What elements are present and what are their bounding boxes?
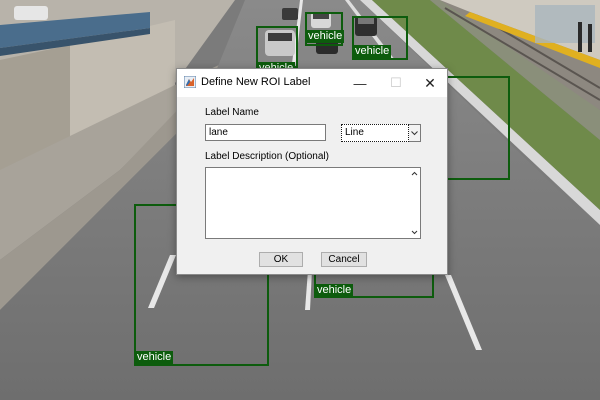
close-button[interactable]: ✕: [413, 69, 447, 97]
roi-label-vehicle: vehicle: [315, 284, 354, 297]
maximize-button: ☐: [390, 75, 402, 90]
description-caption: Label Description (Optional): [205, 151, 329, 162]
label-type-select[interactable]: Line: [341, 124, 421, 142]
roi-label-vehicle: vehicle: [135, 351, 174, 364]
roi-label-vehicle: vehicle: [353, 45, 392, 58]
roi-label-vehicle: vehicle: [306, 30, 345, 43]
select-arrow-button[interactable]: [409, 124, 421, 142]
description-textarea[interactable]: [205, 167, 421, 239]
ok-button[interactable]: OK: [259, 252, 303, 267]
dialog-title: Define New ROI Label: [201, 76, 311, 88]
label-name-caption: Label Name: [205, 107, 259, 118]
minimize-button[interactable]: —: [343, 69, 377, 97]
chevron-down-icon[interactable]: [409, 226, 420, 238]
chevron-down-icon: [411, 131, 418, 136]
app-canvas: vehicle vehicle vehicle vehicle vehicle …: [0, 0, 600, 400]
dialog-titlebar[interactable]: Define New ROI Label — ☐ ✕: [177, 69, 447, 97]
define-roi-label-dialog: Define New ROI Label — ☐ ✕ Label Name Li…: [176, 68, 448, 275]
label-name-input[interactable]: [205, 124, 326, 141]
label-type-select-value[interactable]: Line: [341, 124, 409, 142]
cancel-button[interactable]: Cancel: [321, 252, 367, 267]
matlab-icon: [184, 76, 196, 88]
chevron-up-icon[interactable]: [409, 168, 420, 180]
